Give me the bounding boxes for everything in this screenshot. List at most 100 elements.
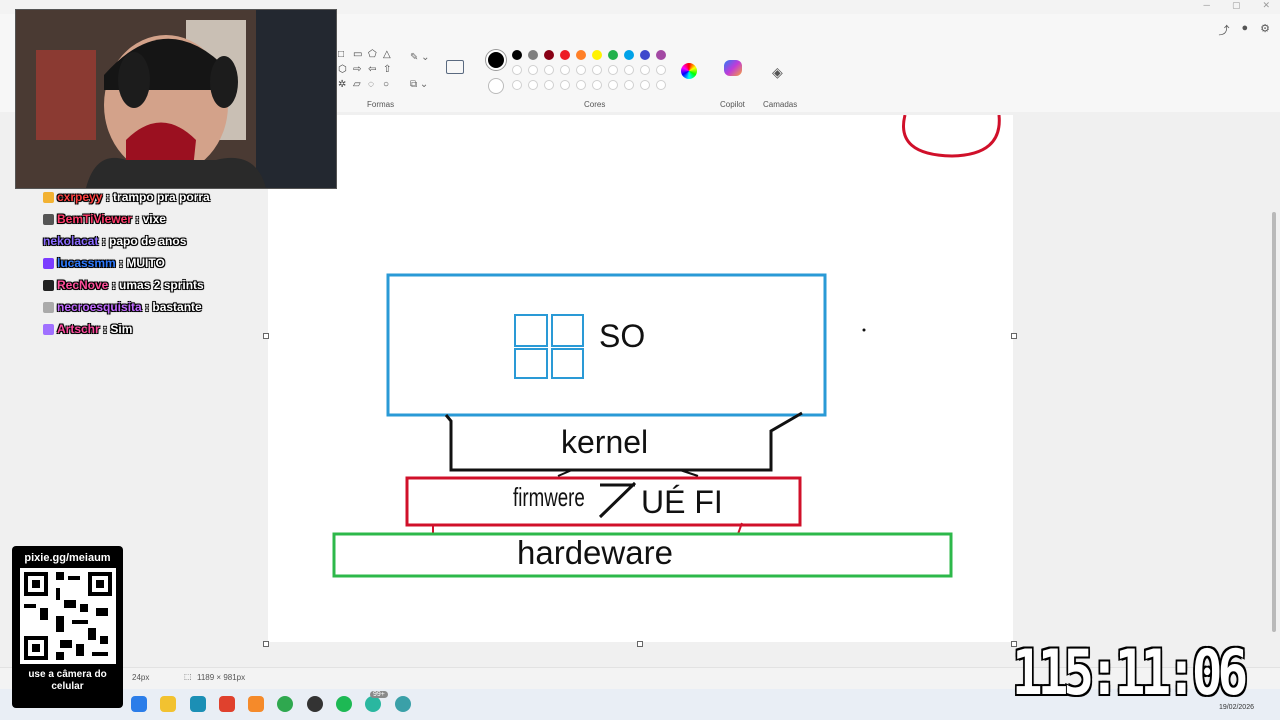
app2-taskbar-icon[interactable] — [395, 696, 411, 712]
custom-color-slot[interactable] — [624, 80, 634, 90]
chat-badge-icon — [43, 279, 54, 291]
color-swatch[interactable] — [576, 50, 586, 60]
store-taskbar-icon[interactable] — [190, 696, 206, 712]
shapes-gallery: □ ▭ ⬠ △ ⬡ ⇨ ⇦ ⇧ ✲ ▱ ◌ ○ — [338, 48, 398, 91]
color-swatch[interactable] — [544, 50, 554, 60]
color-picker-wheel-icon[interactable] — [681, 63, 697, 79]
custom-color-slot[interactable] — [576, 80, 586, 90]
color-swatch[interactable] — [624, 50, 634, 60]
account-icon[interactable]: ● — [1241, 22, 1248, 38]
chat-badge-icon — [43, 257, 54, 269]
hexagon-shape-icon[interactable]: ⬡ — [338, 63, 353, 76]
red-circle-stroke — [902, 115, 1001, 158]
chat-message: cxrpeyy : trampo pra porra — [43, 186, 263, 208]
callout-shape-icon[interactable]: ▱ — [353, 78, 368, 91]
color-swatch[interactable] — [608, 65, 618, 75]
share-icon[interactable]: ⤴ — [1218, 22, 1229, 38]
custom-color-slot[interactable] — [608, 80, 618, 90]
color-swatch[interactable] — [560, 65, 570, 75]
color-swatch[interactable] — [640, 50, 650, 60]
maximize-icon[interactable]: ▢ — [1232, 0, 1241, 11]
chat-text: vixe — [142, 212, 166, 226]
whatsapp-taskbar-icon[interactable] — [365, 696, 381, 712]
chat-badge-icon — [43, 301, 54, 313]
app-taskbar-icon[interactable] — [248, 696, 264, 712]
color-swatch[interactable] — [544, 65, 554, 75]
custom-color-slot[interactable] — [512, 80, 522, 90]
color-swatch[interactable] — [640, 65, 650, 75]
canvas-size-icon: ⬚ — [184, 672, 192, 681]
canvas-size-text: 1189 × 981px — [197, 673, 246, 682]
chat-text: papo de anos — [109, 234, 187, 248]
custom-color-slot[interactable] — [544, 80, 554, 90]
chat-message: BemTiViewer : vixe — [43, 208, 263, 230]
chat-badge-icon — [43, 323, 54, 335]
chat-username: nekolacat — [43, 234, 99, 248]
shape-panel-icon[interactable] — [446, 60, 464, 74]
vertical-scrollbar[interactable] — [1272, 212, 1276, 632]
color-swatch[interactable] — [512, 50, 522, 60]
custom-color-slot[interactable] — [640, 80, 650, 90]
speech-bubble-shape-icon[interactable]: ◌ — [368, 78, 383, 91]
rectangle-shape-icon[interactable]: □ — [338, 48, 353, 61]
color-swatch[interactable] — [624, 65, 634, 75]
custom-color-slot[interactable] — [560, 80, 570, 90]
color-swatch[interactable] — [528, 50, 538, 60]
resize-handle-left[interactable] — [263, 333, 269, 339]
star-shape-icon[interactable]: ✲ — [338, 78, 353, 91]
color-swatch[interactable] — [576, 65, 586, 75]
firmware-slash — [598, 481, 637, 519]
chat-message: necroesquisita : bastante — [43, 296, 263, 318]
color-swatch[interactable] — [528, 65, 538, 75]
arrow-up-shape-icon[interactable]: ⇧ — [383, 63, 398, 76]
secondary-color-swatch[interactable] — [488, 78, 504, 94]
primary-color-swatch[interactable] — [486, 50, 506, 70]
minimize-icon[interactable]: ─ — [1204, 0, 1210, 11]
copilot-icon[interactable] — [724, 60, 742, 76]
layers-group-label: Camadas — [763, 100, 798, 109]
file-explorer-taskbar-icon[interactable] — [160, 696, 176, 712]
hardware-label: hardeware — [517, 534, 673, 571]
top-right-icons: ⤴ ● ⚙ — [1218, 22, 1270, 38]
color-swatch[interactable] — [560, 50, 570, 60]
fill-shape-icon[interactable]: ⧉ ⌄ — [410, 79, 428, 90]
settings-icon[interactable]: ⚙ — [1260, 22, 1270, 38]
custom-color-slot[interactable] — [528, 80, 538, 90]
chat-username: Artschr — [57, 322, 100, 336]
color-swatch[interactable] — [592, 65, 602, 75]
polygon-shape-icon[interactable]: ⬠ — [368, 48, 383, 61]
outlook-taskbar-icon[interactable] — [131, 696, 147, 712]
qr-url: pixie.gg/meiaum — [24, 552, 111, 564]
color-swatch[interactable] — [512, 65, 522, 75]
outline-icon[interactable]: ✎ ⌄ — [410, 52, 430, 63]
paint-taskbar-icon[interactable] — [219, 696, 235, 712]
chat-message: RecNove : umas 2 sprints — [43, 274, 263, 296]
chat-separator: : — [99, 322, 111, 336]
chat-text: MUITO — [126, 256, 165, 270]
custom-color-slot[interactable] — [592, 80, 602, 90]
layers-icon[interactable]: ◈ — [772, 64, 783, 81]
obs-taskbar-icon[interactable] — [307, 696, 323, 712]
resize-handle-bottom-left[interactable] — [263, 641, 269, 647]
color-swatch[interactable] — [656, 50, 666, 60]
chat-badge-icon — [43, 191, 54, 203]
arrow-right-shape-icon[interactable]: ⇨ — [353, 63, 368, 76]
resize-handle-right[interactable] — [1011, 333, 1017, 339]
drawing-canvas[interactable]: SO kernel firmwere UÉ FI hardeware — [268, 115, 1013, 642]
close-icon[interactable]: ✕ — [1262, 0, 1270, 11]
custom-color-slot[interactable] — [656, 80, 666, 90]
spotify-taskbar-icon[interactable] — [336, 696, 352, 712]
arrow-left-shape-icon[interactable]: ⇦ — [368, 63, 383, 76]
chat-text: bastante — [152, 300, 202, 314]
color-swatch[interactable] — [608, 50, 618, 60]
rounded-rectangle-shape-icon[interactable]: ▭ — [353, 48, 368, 61]
color-swatch[interactable] — [656, 65, 666, 75]
chrome-taskbar-icon[interactable] — [277, 696, 293, 712]
color-swatch[interactable] — [592, 50, 602, 60]
qr-caption: use a câmera do celular — [28, 669, 107, 692]
resize-handle-bottom[interactable] — [637, 641, 643, 647]
cloud-shape-icon[interactable]: ○ — [383, 78, 398, 91]
chat-separator: : — [98, 234, 110, 248]
triangle-shape-icon[interactable]: △ — [383, 48, 398, 61]
chat-separator: : — [108, 278, 120, 292]
